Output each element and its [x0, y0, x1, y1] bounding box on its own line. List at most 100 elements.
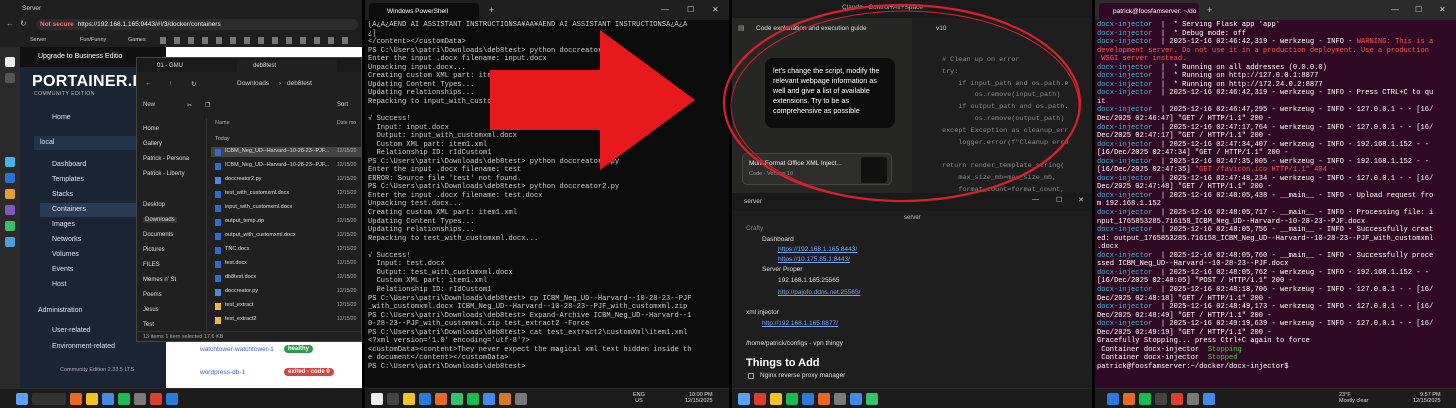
app-icon[interactable]	[5, 189, 15, 199]
nav-dashboard[interactable]: Dashboard	[52, 161, 86, 168]
explorer-tab-gmu[interactable]: 01 - GMU	[141, 60, 233, 72]
app-icon[interactable]	[5, 173, 15, 183]
nav-volumes[interactable]: Volumes	[52, 251, 79, 258]
clock[interactable]: 9:57 PM 12/15/2025	[1413, 392, 1441, 404]
back-arrow-icon[interactable]: ←	[6, 19, 14, 28]
quick-pictures[interactable]: Pictures	[143, 247, 165, 253]
app-icon[interactable]	[754, 392, 766, 405]
notes-link-crafty-1[interactable]: https://192.168.1.165:8443/	[778, 246, 857, 253]
sort-button[interactable]: Sort	[337, 102, 348, 108]
container-row-watchtower[interactable]: watchtower-watchtower-1	[200, 346, 274, 353]
bookmark-games[interactable]: Games	[128, 36, 146, 45]
nav-stacks[interactable]: Stacks	[52, 191, 73, 198]
nav-administration[interactable]: Administration	[38, 307, 82, 314]
new-tab-icon[interactable]: +	[1207, 5, 1212, 15]
app-icon[interactable]	[150, 392, 162, 405]
quick-files[interactable]: FILES	[143, 262, 160, 268]
refresh-icon[interactable]: ↻	[191, 80, 196, 88]
up-arrow-icon[interactable]: ↑	[169, 80, 172, 87]
app-icon[interactable]	[1203, 392, 1215, 405]
folder-icon[interactable]	[403, 392, 415, 405]
terminal-icon[interactable]	[387, 392, 399, 405]
app-icon[interactable]	[166, 392, 178, 405]
app-icon[interactable]	[850, 392, 862, 405]
nav-networks[interactable]: Networks	[52, 236, 81, 243]
quick-documents[interactable]: Documents	[143, 232, 173, 238]
app-icon[interactable]	[5, 221, 15, 231]
app-icon[interactable]	[5, 205, 15, 215]
terminal-tab[interactable]: patrick@foosfamserver: ~/do	[1099, 3, 1199, 20]
file-row[interactable]: test.docx	[225, 260, 333, 266]
app-icon[interactable]	[499, 392, 511, 405]
app-icon[interactable]	[866, 392, 878, 405]
bookmark-server[interactable]: Server	[30, 36, 46, 45]
app-icon[interactable]	[5, 157, 15, 167]
nav-events[interactable]: Events	[52, 266, 73, 273]
app-icon[interactable]	[134, 392, 146, 405]
nav-home[interactable]: Home	[52, 114, 71, 121]
back-arrow-icon[interactable]: ←	[145, 80, 152, 87]
file-row[interactable]: doccreator2.py	[225, 176, 333, 182]
container-row-wordpress[interactable]: wordpress-db-1	[200, 369, 245, 376]
app-icon[interactable]	[1139, 392, 1151, 405]
nav-images[interactable]: Images	[52, 221, 75, 228]
terminal-output[interactable]: docx-injector | * Serving Flask app 'app…	[1097, 21, 1455, 371]
new-button[interactable]: New	[143, 102, 155, 108]
notes-link-ddns[interactable]: http://pajofo.ddns.net:25565/	[778, 289, 860, 296]
file-row[interactable]: input_with_customxml.docx	[225, 204, 333, 210]
app-icon[interactable]	[515, 392, 527, 405]
maximize-icon[interactable]: ☐	[1415, 5, 1422, 14]
copy-icon[interactable]: ❐	[205, 102, 210, 109]
app-icon[interactable]	[834, 392, 846, 405]
file-row[interactable]: test_extract2	[225, 316, 333, 322]
file-row[interactable]: test_with_customxml.docx	[225, 190, 333, 196]
vscode-icon[interactable]	[1107, 392, 1119, 405]
nav-host[interactable]: Host	[52, 281, 66, 288]
app-icon[interactable]	[1123, 392, 1135, 405]
quick-poems[interactable]: Poems	[143, 292, 162, 298]
quick-downloads[interactable]: Downloads	[143, 217, 177, 223]
app-icon[interactable]	[1187, 392, 1199, 405]
folder-icon[interactable]	[770, 392, 782, 405]
quick-memes[interactable]: Memes n' St	[143, 277, 176, 283]
language-indicator[interactable]: ENG US	[633, 392, 645, 404]
nav-containers[interactable]: Containers	[52, 206, 86, 213]
app-icon[interactable]	[118, 392, 130, 405]
quick-gallery[interactable]: Gallery	[143, 141, 162, 147]
quick-jesus[interactable]: Jesus	[143, 307, 159, 313]
app-icon[interactable]	[102, 392, 114, 405]
quick-desktop[interactable]: Desktop	[143, 202, 165, 208]
breadcrumb-deb8test[interactable]: deb8test	[287, 80, 312, 87]
breadcrumb-downloads[interactable]: Downloads	[237, 80, 269, 87]
nav-local[interactable]: local	[40, 139, 54, 146]
vscode-icon[interactable]	[802, 392, 814, 405]
start-icon[interactable]	[16, 392, 28, 405]
app-icon[interactable]	[371, 392, 383, 405]
vscode-icon[interactable]	[419, 392, 431, 405]
browser-tab[interactable]: Server	[4, 3, 124, 15]
notes-link-injector[interactable]: http://192.168.1.165:8877/	[762, 320, 838, 327]
column-name[interactable]: Name	[215, 120, 230, 126]
shield-icon[interactable]	[5, 73, 15, 83]
file-row[interactable]: ICBM_Neg_UD--Harvard--10-28-23--PJF...	[225, 162, 333, 168]
app-icon[interactable]	[70, 392, 82, 405]
app-icon[interactable]	[435, 392, 447, 405]
quick-onedrive-personal[interactable]: Patrick - Persona	[143, 156, 189, 162]
group-today[interactable]: Today	[215, 136, 230, 142]
weather-widget[interactable]: 23°F Mostly clear	[1339, 392, 1368, 404]
maximize-icon[interactable]: ☐	[687, 5, 694, 14]
app-icon[interactable]	[5, 237, 15, 247]
file-row[interactable]: output_with_customxml.docx	[225, 232, 333, 238]
minimize-icon[interactable]: —	[1391, 5, 1399, 14]
app-icon[interactable]	[483, 392, 495, 405]
file-row[interactable]: db8test.docx	[225, 274, 333, 280]
app-icon[interactable]	[818, 392, 830, 405]
app-icon[interactable]	[1171, 392, 1183, 405]
column-date[interactable]: Date mo	[337, 120, 356, 126]
start-icon[interactable]	[738, 392, 750, 405]
file-row[interactable]: ICBM_Neg_UD--Harvard--10-28-23--PJF...	[225, 148, 333, 154]
app-icon[interactable]	[786, 392, 798, 405]
file-row[interactable]: test_extract	[225, 302, 333, 308]
search-box[interactable]	[32, 392, 66, 405]
new-tab-icon[interactable]: +	[489, 5, 494, 15]
